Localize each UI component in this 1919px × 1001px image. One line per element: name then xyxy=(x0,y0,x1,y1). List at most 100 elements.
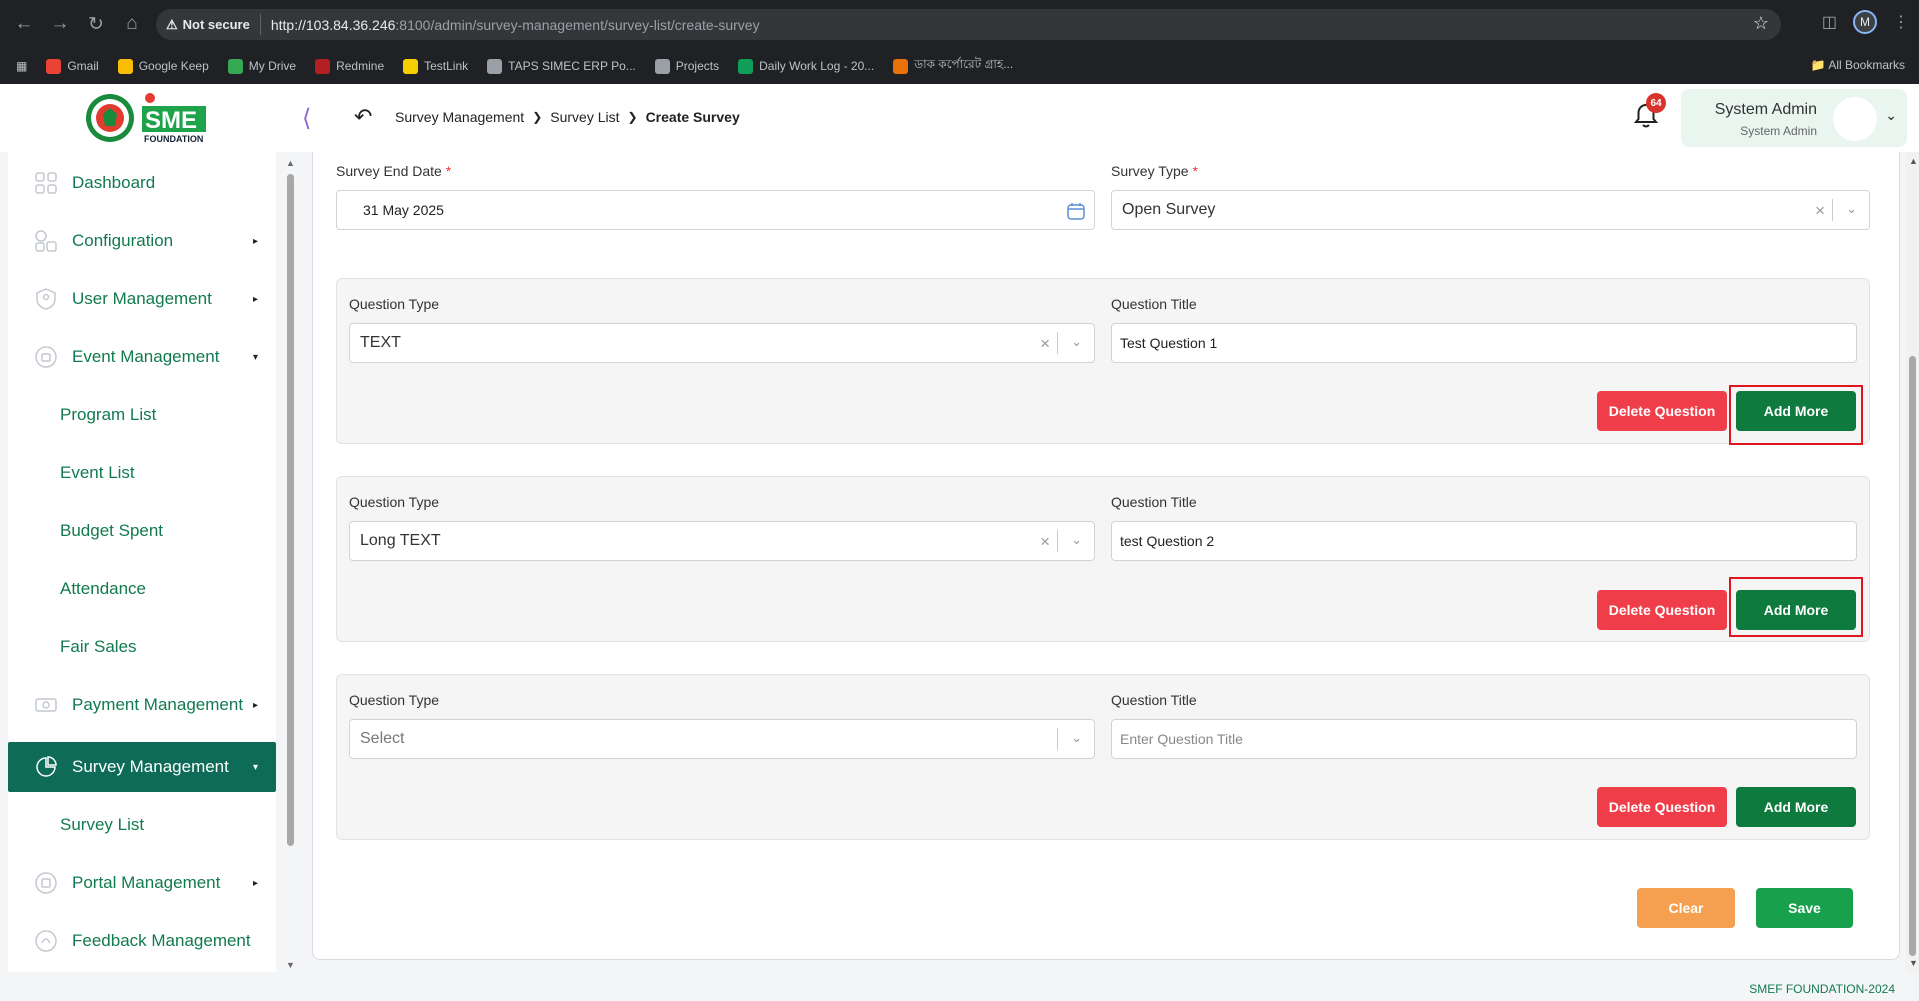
sme-foundation-logo[interactable]: SME FOUNDATION xyxy=(84,92,220,144)
sidebar-item-label: Feedback Management xyxy=(72,931,251,950)
scrollbar-thumb[interactable] xyxy=(287,174,294,846)
question-title-label: Question Title xyxy=(1111,494,1197,510)
sidebar-item-configuration[interactable]: Configuration ▸ xyxy=(8,216,276,266)
bookmark-item[interactable]: Gmail xyxy=(46,58,99,74)
forward-icon[interactable]: → xyxy=(42,6,78,42)
bookmark-item[interactable]: Projects xyxy=(654,58,719,74)
caret-down-icon: ▾ xyxy=(252,351,258,363)
breadcrumb-create-survey: Create Survey xyxy=(645,109,740,125)
question-type-select[interactable]: TEXT × ⌄ xyxy=(349,323,1095,363)
sidebar-item-user-management[interactable]: User Management ▸ xyxy=(8,274,276,324)
delete-question-button[interactable]: Delete Question xyxy=(1597,590,1727,630)
question-title-input[interactable]: Test Question 1 xyxy=(1111,323,1857,363)
sidebar-item-label: Fair Sales xyxy=(60,637,137,656)
sidebar-item-dashboard[interactable]: Dashboard xyxy=(8,158,276,208)
bookmark-star-icon[interactable]: ☆ xyxy=(1753,13,1769,34)
clear-button[interactable]: Clear xyxy=(1637,888,1735,928)
scrollbar-thumb[interactable] xyxy=(1909,356,1916,956)
sidebar-item-portal-management[interactable]: Portal Management ▸ xyxy=(8,858,276,908)
scroll-up-icon[interactable]: ▲ xyxy=(286,158,295,168)
caret-right-icon: ▸ xyxy=(252,877,258,889)
sidebar-item-feedback-management[interactable]: Feedback Management xyxy=(8,916,276,966)
scroll-down-icon[interactable]: ▼ xyxy=(1909,958,1918,968)
bookmark-item[interactable]: Google Keep xyxy=(117,58,209,74)
undo-back-icon[interactable]: ↶ xyxy=(354,104,372,130)
end-date-field[interactable]: 31 May 2025 xyxy=(336,190,1095,230)
bookmark-favicon-icon xyxy=(738,58,754,74)
profile-avatar[interactable]: M xyxy=(1853,10,1877,34)
clear-x-icon[interactable]: × xyxy=(1040,532,1050,552)
sidebar-scrollbar[interactable]: ▲ ▼ xyxy=(284,158,296,972)
question-title-input[interactable]: test Question 2 xyxy=(1111,521,1857,561)
extensions-icon[interactable]: ◫ xyxy=(1822,12,1837,32)
notification-count-badge: 64 xyxy=(1646,93,1666,113)
bookmark-item[interactable]: My Drive xyxy=(227,58,297,74)
chevron-down-icon[interactable]: ⌄ xyxy=(1071,334,1082,350)
calendar-icon[interactable] xyxy=(1066,201,1086,221)
menu-kebab-icon[interactable]: ⋮ xyxy=(1893,12,1909,32)
sidebar-item-label: Configuration xyxy=(72,231,174,250)
sidebar-item-program-list[interactable]: Program List xyxy=(8,390,276,440)
bookmark-item[interactable]: TAPS SIMEC ERP Po... xyxy=(487,58,636,74)
chevron-down-icon[interactable]: ⌄ xyxy=(1846,201,1857,217)
bookmark-item[interactable]: Daily Work Log - 20... xyxy=(738,58,874,74)
delete-question-button[interactable]: Delete Question xyxy=(1597,391,1727,431)
question-title-value: Test Question 1 xyxy=(1120,335,1218,351)
bookmark-item[interactable]: TestLink xyxy=(403,58,468,74)
add-more-button[interactable]: Add More xyxy=(1736,391,1856,431)
sidebar-item-event-management[interactable]: Event Management ▾ xyxy=(8,332,276,382)
bookmark-label: TAPS SIMEC ERP Po... xyxy=(508,59,636,73)
question-type-value: Long TEXT xyxy=(360,532,441,549)
sidebar-item-survey-list[interactable]: Survey List xyxy=(8,800,276,850)
sidebar-collapse-icon[interactable]: ⟨ xyxy=(302,104,311,133)
url-host: http://103.84.36.246 xyxy=(270,16,396,33)
bookmark-item[interactable]: Redmine xyxy=(315,58,384,74)
logo-subtext: FOUNDATION xyxy=(144,134,203,144)
sidebar-item-label: Event Management xyxy=(72,347,220,366)
all-bookmarks[interactable]: 📁 All Bookmarks xyxy=(1811,58,1905,72)
select-divider xyxy=(1057,530,1058,552)
survey-type-select[interactable]: Open Survey × ⌄ xyxy=(1111,190,1870,230)
scroll-up-icon[interactable]: ▲ xyxy=(1909,156,1918,166)
question-type-select[interactable]: Long TEXT × ⌄ xyxy=(349,521,1095,561)
scroll-down-icon[interactable]: ▼ xyxy=(286,960,295,970)
user-name: System Admin xyxy=(1714,101,1817,118)
save-button[interactable]: Save xyxy=(1756,888,1853,928)
bookmark-item[interactable]: ডাক কর্পোরেট গ্রাহ... xyxy=(893,56,1013,76)
add-more-button[interactable]: Add More xyxy=(1736,787,1856,827)
question-type-label: Question Type xyxy=(349,494,440,510)
sidebar-item-label: Payment Management xyxy=(72,695,244,714)
feedback-icon xyxy=(35,930,57,952)
add-more-button[interactable]: Add More xyxy=(1736,590,1856,630)
caret-right-icon: ▸ xyxy=(252,293,258,305)
chevron-down-icon[interactable]: ⌄ xyxy=(1071,532,1082,548)
chevron-down-icon[interactable]: ⌄ xyxy=(1071,730,1082,746)
sidebar-item-label: Attendance xyxy=(60,579,147,598)
delete-question-button[interactable]: Delete Question xyxy=(1597,787,1727,827)
breadcrumb-survey-management[interactable]: Survey Management xyxy=(395,109,524,125)
question-type-select[interactable]: Select ⌄ xyxy=(349,719,1095,759)
bookmark-favicon-icon xyxy=(315,58,331,74)
user-menu[interactable]: System Admin System Admin ⌄ xyxy=(1681,89,1907,147)
sidebar-item-event-list[interactable]: Event List xyxy=(8,448,276,498)
apps-grid-icon[interactable]: ▦ xyxy=(16,59,27,73)
back-icon[interactable]: ← xyxy=(6,6,42,42)
main-scrollbar[interactable]: ▲ ▼ xyxy=(1906,152,1919,972)
footer-text: SMEF FOUNDATION-2024 xyxy=(1749,982,1895,996)
reload-icon[interactable]: ↻ xyxy=(78,6,114,42)
clear-x-icon[interactable]: × xyxy=(1815,201,1825,221)
question-title-input[interactable]: Enter Question Title xyxy=(1111,719,1857,759)
address-bar[interactable]: ⚠ Not secure http://103.84.36.246:8100/a… xyxy=(156,9,1781,40)
survey-type-label: Survey Type * xyxy=(1111,163,1198,179)
sidebar-item-survey-management[interactable]: Survey Management ▾ xyxy=(8,742,276,792)
home-icon[interactable]: ⌂ xyxy=(114,6,150,42)
clear-x-icon[interactable]: × xyxy=(1040,334,1050,354)
breadcrumb: Survey Management ❯ Survey List ❯ Create… xyxy=(395,109,740,125)
sidebar-item-fair-sales[interactable]: Fair Sales xyxy=(8,622,276,672)
sidebar-item-budget-spent[interactable]: Budget Spent xyxy=(8,506,276,556)
sidebar-item-payment-management[interactable]: Payment Management ▸ xyxy=(8,680,276,730)
security-indicator[interactable]: ⚠ Not secure xyxy=(166,14,261,35)
bookmark-label: My Drive xyxy=(248,59,297,73)
breadcrumb-survey-list[interactable]: Survey List xyxy=(550,109,619,125)
sidebar-item-attendance[interactable]: Attendance xyxy=(8,564,276,614)
